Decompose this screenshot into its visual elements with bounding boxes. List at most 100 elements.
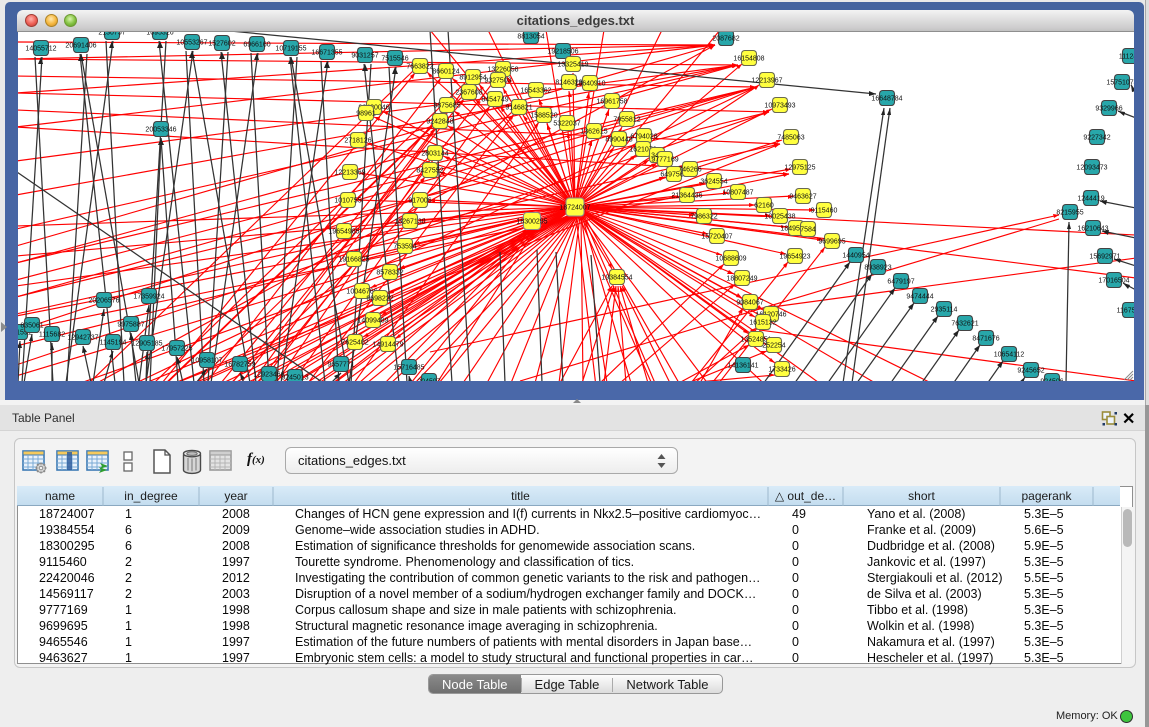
svg-text:8454749: 8454749 <box>481 96 508 103</box>
svg-text:12213369: 12213369 <box>334 169 365 176</box>
svg-text:13640910: 13640910 <box>574 80 605 87</box>
svg-text:1244419: 1244419 <box>1077 195 1104 202</box>
svg-text:924506: 924506 <box>1040 378 1063 381</box>
svg-text:9245013: 9245013 <box>281 374 308 381</box>
svg-text:12905185: 12905185 <box>131 340 162 347</box>
svg-text:252254: 252254 <box>762 342 785 349</box>
svg-text:3624554: 3624554 <box>700 178 727 185</box>
svg-text:17957225: 17957225 <box>161 345 192 352</box>
svg-text:18724007: 18724007 <box>559 204 590 211</box>
svg-text:9084067: 9084067 <box>736 299 763 306</box>
svg-text:10654112: 10654112 <box>994 351 1025 358</box>
svg-text:10553267: 10553267 <box>176 39 207 46</box>
svg-text:98961: 98961 <box>356 110 376 117</box>
svg-text:9031257: 9031257 <box>351 52 378 59</box>
svg-text:7632621: 7632621 <box>951 320 978 327</box>
svg-text:917006: 917006 <box>408 197 431 204</box>
svg-text:19166825: 19166825 <box>338 256 369 263</box>
svg-text:21364436: 21364436 <box>671 192 702 199</box>
svg-text:8660124: 8660124 <box>432 68 459 75</box>
svg-text:15692971: 15692971 <box>1089 253 1120 260</box>
svg-text:16648784: 16648784 <box>871 95 902 102</box>
svg-text:8427552: 8427552 <box>416 167 443 174</box>
svg-text:19654985: 19654985 <box>328 228 359 235</box>
svg-text:19384554: 19384554 <box>601 274 632 281</box>
svg-text:17016504: 17016504 <box>1098 277 1129 284</box>
svg-text:1440954: 1440954 <box>842 252 869 259</box>
svg-text:13267130: 13267130 <box>394 218 425 225</box>
svg-text:2935114: 2935114 <box>931 306 958 313</box>
svg-text:18807249: 18807249 <box>726 275 757 282</box>
svg-text:1167534: 1167534 <box>1117 307 1134 314</box>
svg-text:15716485: 15716485 <box>393 364 424 371</box>
svg-text:15720407: 15720407 <box>701 233 732 240</box>
svg-text:12093473: 12093473 <box>1076 164 1107 171</box>
svg-text:9245652: 9245652 <box>1017 367 1044 374</box>
svg-text:10025438: 10025438 <box>764 213 795 220</box>
svg-text:9227342: 9227342 <box>1083 134 1110 141</box>
svg-text:9699695: 9699695 <box>818 238 845 245</box>
svg-text:9329966: 9329966 <box>1095 105 1122 112</box>
svg-text:7625402: 7625402 <box>341 339 368 346</box>
svg-text:19654923: 19654923 <box>779 253 810 260</box>
svg-text:1010755: 1010755 <box>334 197 361 204</box>
svg-text:8938923: 8938923 <box>864 264 891 271</box>
svg-text:16210643: 16210643 <box>1077 225 1108 232</box>
svg-text:8990448: 8990448 <box>605 136 632 143</box>
svg-text:7663822: 7663822 <box>406 63 433 70</box>
svg-text:9463627: 9463627 <box>789 193 816 200</box>
svg-text:8912954: 8912954 <box>459 74 486 81</box>
svg-text:10973493: 10973493 <box>764 102 795 109</box>
svg-text:9242848: 9242848 <box>426 118 453 125</box>
svg-text:14099489: 14099489 <box>357 317 388 324</box>
svg-text:10688609: 10688609 <box>715 255 746 262</box>
svg-text:7485063: 7485063 <box>777 134 804 141</box>
svg-text:9777169: 9777169 <box>651 156 678 163</box>
svg-text:753594: 753594 <box>393 243 416 250</box>
svg-text:19218506: 19218506 <box>547 48 578 55</box>
svg-text:6966160: 6966160 <box>243 41 270 48</box>
svg-text:7515546: 7515546 <box>381 55 408 62</box>
svg-text:9698222: 9698222 <box>366 295 393 302</box>
svg-text:62160: 62160 <box>754 202 774 209</box>
svg-text:14136141: 14136141 <box>727 362 758 369</box>
svg-text:9474444: 9474444 <box>906 293 933 300</box>
svg-text:1362615: 1362615 <box>580 128 607 135</box>
svg-text:6794028: 6794028 <box>630 133 657 140</box>
svg-text:8813054: 8813054 <box>517 33 544 40</box>
svg-text:1733426: 1733426 <box>768 366 795 373</box>
svg-text:3875685: 3875685 <box>433 102 460 109</box>
svg-text:10958107: 10958107 <box>191 357 222 364</box>
svg-text:16154808: 16154808 <box>733 55 764 62</box>
svg-text:16671355: 16671355 <box>311 49 342 56</box>
svg-text:12923466: 12923466 <box>253 371 284 378</box>
svg-text:835061: 835061 <box>20 322 43 329</box>
svg-text:7584: 7584 <box>800 226 816 233</box>
svg-text:20691406: 20691406 <box>65 42 96 49</box>
svg-text:1527602: 1527602 <box>208 40 235 47</box>
svg-text:20053346: 20053346 <box>145 126 176 133</box>
svg-text:9146821: 9146821 <box>505 104 532 111</box>
svg-text:18300295: 18300295 <box>516 218 547 225</box>
svg-text:1115682: 1115682 <box>39 331 65 338</box>
svg-text:10719155: 10719155 <box>275 45 306 52</box>
svg-text:20206576: 20206576 <box>88 297 119 304</box>
svg-text:2130757: 2130757 <box>98 32 125 36</box>
svg-text:1615132: 1615132 <box>749 319 776 326</box>
svg-text:5322037: 5322037 <box>553 120 580 127</box>
svg-text:2367608: 2367608 <box>455 89 482 96</box>
svg-text:16961758: 16961758 <box>596 98 627 105</box>
svg-text:16782759: 16782759 <box>224 361 255 368</box>
svg-text:8215955: 8215955 <box>1056 209 1083 216</box>
svg-text:9657771: 9657771 <box>327 361 354 368</box>
svg-text:9115460: 9115460 <box>811 207 838 214</box>
svg-text:2718126: 2718126 <box>344 137 371 144</box>
svg-text:14914479: 14914479 <box>372 341 403 348</box>
svg-text:1145194: 1145194 <box>100 339 127 346</box>
svg-text:111243: 111243 <box>1119 53 1134 60</box>
svg-text:17359924: 17359924 <box>133 293 164 300</box>
svg-text:1588520: 1588520 <box>530 112 557 119</box>
svg-text:12975125: 12975125 <box>784 164 815 171</box>
svg-text:15751074: 15751074 <box>1106 79 1134 86</box>
svg-text:14055712: 14055712 <box>25 45 56 52</box>
